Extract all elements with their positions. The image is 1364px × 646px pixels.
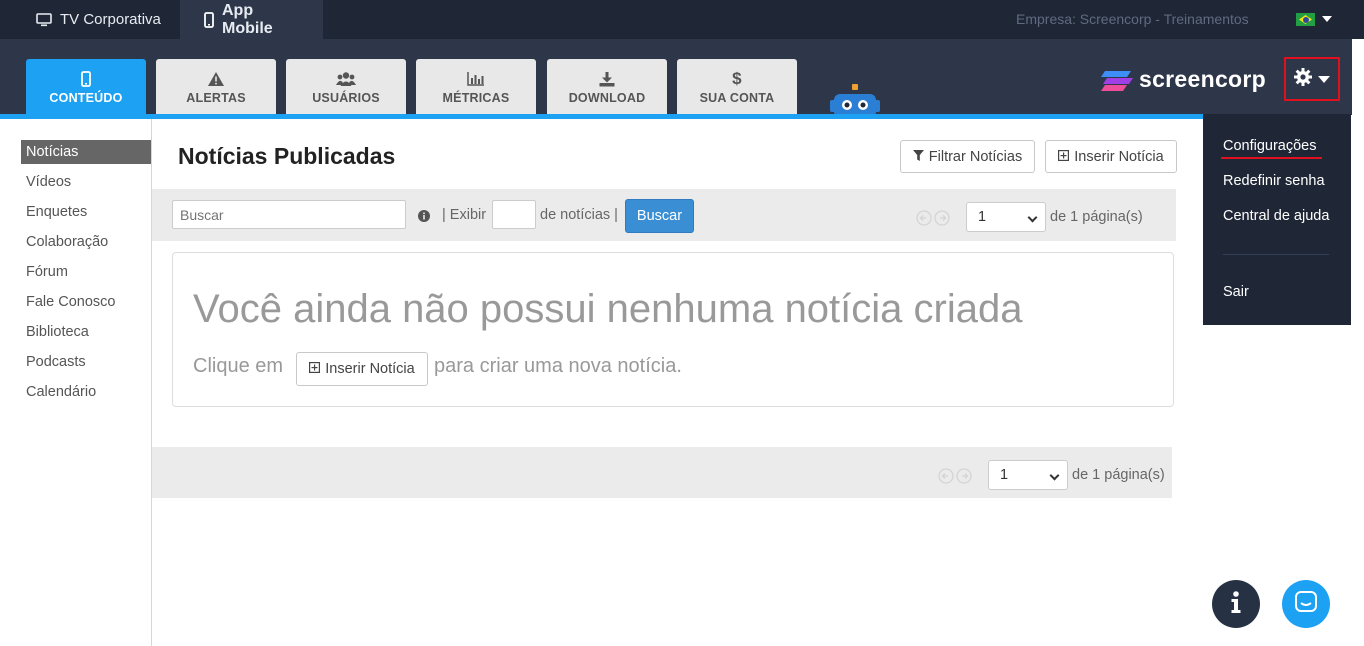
logo-mark-icon <box>1101 69 1133 91</box>
filter-news-label: Filtrar Notícias <box>928 148 1023 165</box>
page-select-top[interactable]: 1 <box>966 202 1046 232</box>
tab-conteudo[interactable]: CONTEÚDO <box>26 59 146 119</box>
chat-icon <box>1294 590 1318 619</box>
sidebar-item-noticias[interactable]: Notícias <box>21 140 151 164</box>
chevron-down-icon <box>1049 470 1060 481</box>
logo-text: screencorp <box>1139 66 1267 92</box>
sidebar-item-podcasts[interactable]: Podcasts <box>21 350 151 374</box>
sidebar-item-biblioteca[interactable]: Biblioteca <box>21 320 151 344</box>
tab-label: DOWNLOAD <box>568 91 646 105</box>
chevron-down-icon <box>1027 212 1038 223</box>
prev-page-icon[interactable] <box>916 210 932 231</box>
mobile-icon <box>204 11 214 28</box>
sidebar-item-forum[interactable]: Fórum <box>21 260 151 284</box>
tv-corporativa-link[interactable]: TV Corporativa <box>12 0 185 39</box>
highlight-underline <box>1221 157 1322 159</box>
brazil-flag-icon[interactable] <box>1296 13 1315 26</box>
company-label: Empresa: Screencorp - Treinamentos <box>1016 11 1249 27</box>
tab-label: ALERTAS <box>186 91 246 105</box>
page-select-bottom[interactable]: 1 <box>988 460 1068 490</box>
chat-fab[interactable] <box>1282 580 1330 628</box>
next-page-icon[interactable] <box>956 468 972 489</box>
info-icon <box>1230 590 1242 618</box>
screencorp-logo[interactable]: screencorp <box>1101 66 1266 93</box>
gear-icon <box>1294 67 1312 91</box>
top-bar: TV Corporativa App Mobile Empresa: Scree… <box>0 0 1364 39</box>
empty-insert-news-label: Inserir Notícia <box>325 361 415 377</box>
settings-menu-toggle[interactable] <box>1284 57 1340 101</box>
tab-label: MÉTRICAS <box>442 91 510 105</box>
tab-label: SUA CONTA <box>699 91 775 105</box>
robot-mascot-icon <box>830 84 880 118</box>
pagination-arrows <box>916 210 950 231</box>
filter-icon <box>912 149 924 165</box>
page-title: Notícias Publicadas <box>178 143 396 169</box>
bar-chart-icon <box>467 69 485 89</box>
menu-item-sair[interactable]: Sair <box>1223 284 1249 300</box>
plus-square-icon <box>309 361 321 377</box>
chevron-down-icon[interactable] <box>1322 16 1332 22</box>
tv-corporativa-label: TV Corporativa <box>60 11 161 28</box>
menu-item-configuracoes[interactable]: Configurações <box>1223 138 1317 154</box>
insert-news-label: Inserir Notícia <box>1074 148 1164 165</box>
menu-item-redefinir-senha[interactable]: Redefinir senha <box>1223 173 1325 189</box>
sidebar-item-calendario[interactable]: Calendário <box>21 380 151 404</box>
sidebar-item-colaboracao[interactable]: Colaboração <box>21 230 151 254</box>
settings-dropdown: Configurações Redefinir senha Central de… <box>1203 114 1351 325</box>
tab-alertas[interactable]: ALERTAS <box>156 59 276 115</box>
empty-insert-news-button[interactable]: Inserir Notícia <box>296 352 428 386</box>
tab-label: CONTEÚDO <box>49 91 123 105</box>
empty-state-prefix: Clique em <box>193 355 284 377</box>
warning-icon <box>207 69 225 89</box>
download-icon <box>599 69 615 89</box>
page-count-label: de 1 página(s) <box>1072 467 1165 483</box>
exibir-count-input[interactable] <box>492 200 536 229</box>
tab-download[interactable]: DOWNLOAD <box>547 59 667 115</box>
monitor-icon <box>36 12 52 27</box>
tab-sua-conta[interactable]: $ SUA CONTA <box>677 59 797 115</box>
info-icon[interactable] <box>418 209 430 227</box>
mobile-icon <box>81 69 91 89</box>
sidebar-item-videos[interactable]: Vídeos <box>21 170 151 194</box>
pagination-arrows <box>938 468 972 489</box>
search-input[interactable] <box>172 200 406 229</box>
page-select-value: 1 <box>978 209 987 225</box>
tab-usuarios[interactable]: USUÁRIOS <box>286 59 406 115</box>
sidebar-item-fale-conosco[interactable]: Fale Conosco <box>21 290 151 314</box>
users-icon <box>336 69 356 89</box>
filter-news-button[interactable]: Filtrar Notícias <box>900 140 1035 173</box>
plus-square-icon <box>1058 149 1070 165</box>
app-mobile-link[interactable]: App Mobile <box>180 0 323 39</box>
sidebar: Notícias Vídeos Enquetes Colaboração Fór… <box>0 119 152 646</box>
insert-news-button[interactable]: Inserir Notícia <box>1045 140 1177 173</box>
empty-state-suffix: para criar uma nova notícia. <box>434 355 682 377</box>
de-noticias-label: de notícias | <box>540 207 618 223</box>
sidebar-item-enquetes[interactable]: Enquetes <box>21 200 151 224</box>
menu-item-central-ajuda[interactable]: Central de ajuda <box>1223 208 1329 224</box>
exibir-label: | Exibir <box>442 207 487 223</box>
search-button[interactable]: Buscar <box>625 199 694 233</box>
empty-state-heading: Você ainda não possui nenhuma notícia cr… <box>193 287 1023 331</box>
tab-label: USUÁRIOS <box>312 91 380 105</box>
chevron-down-icon <box>1318 75 1330 83</box>
menu-divider <box>1223 254 1329 255</box>
tab-metricas[interactable]: MÉTRICAS <box>416 59 536 115</box>
dollar-icon: $ <box>732 69 742 88</box>
app-mobile-label: App Mobile <box>222 1 273 37</box>
page-count-label: de 1 página(s) <box>1050 209 1143 225</box>
page-select-value: 1 <box>1000 467 1009 483</box>
accent-bar <box>0 114 1203 119</box>
next-page-icon[interactable] <box>934 210 950 231</box>
prev-page-icon[interactable] <box>938 468 954 489</box>
info-fab[interactable] <box>1212 580 1260 628</box>
